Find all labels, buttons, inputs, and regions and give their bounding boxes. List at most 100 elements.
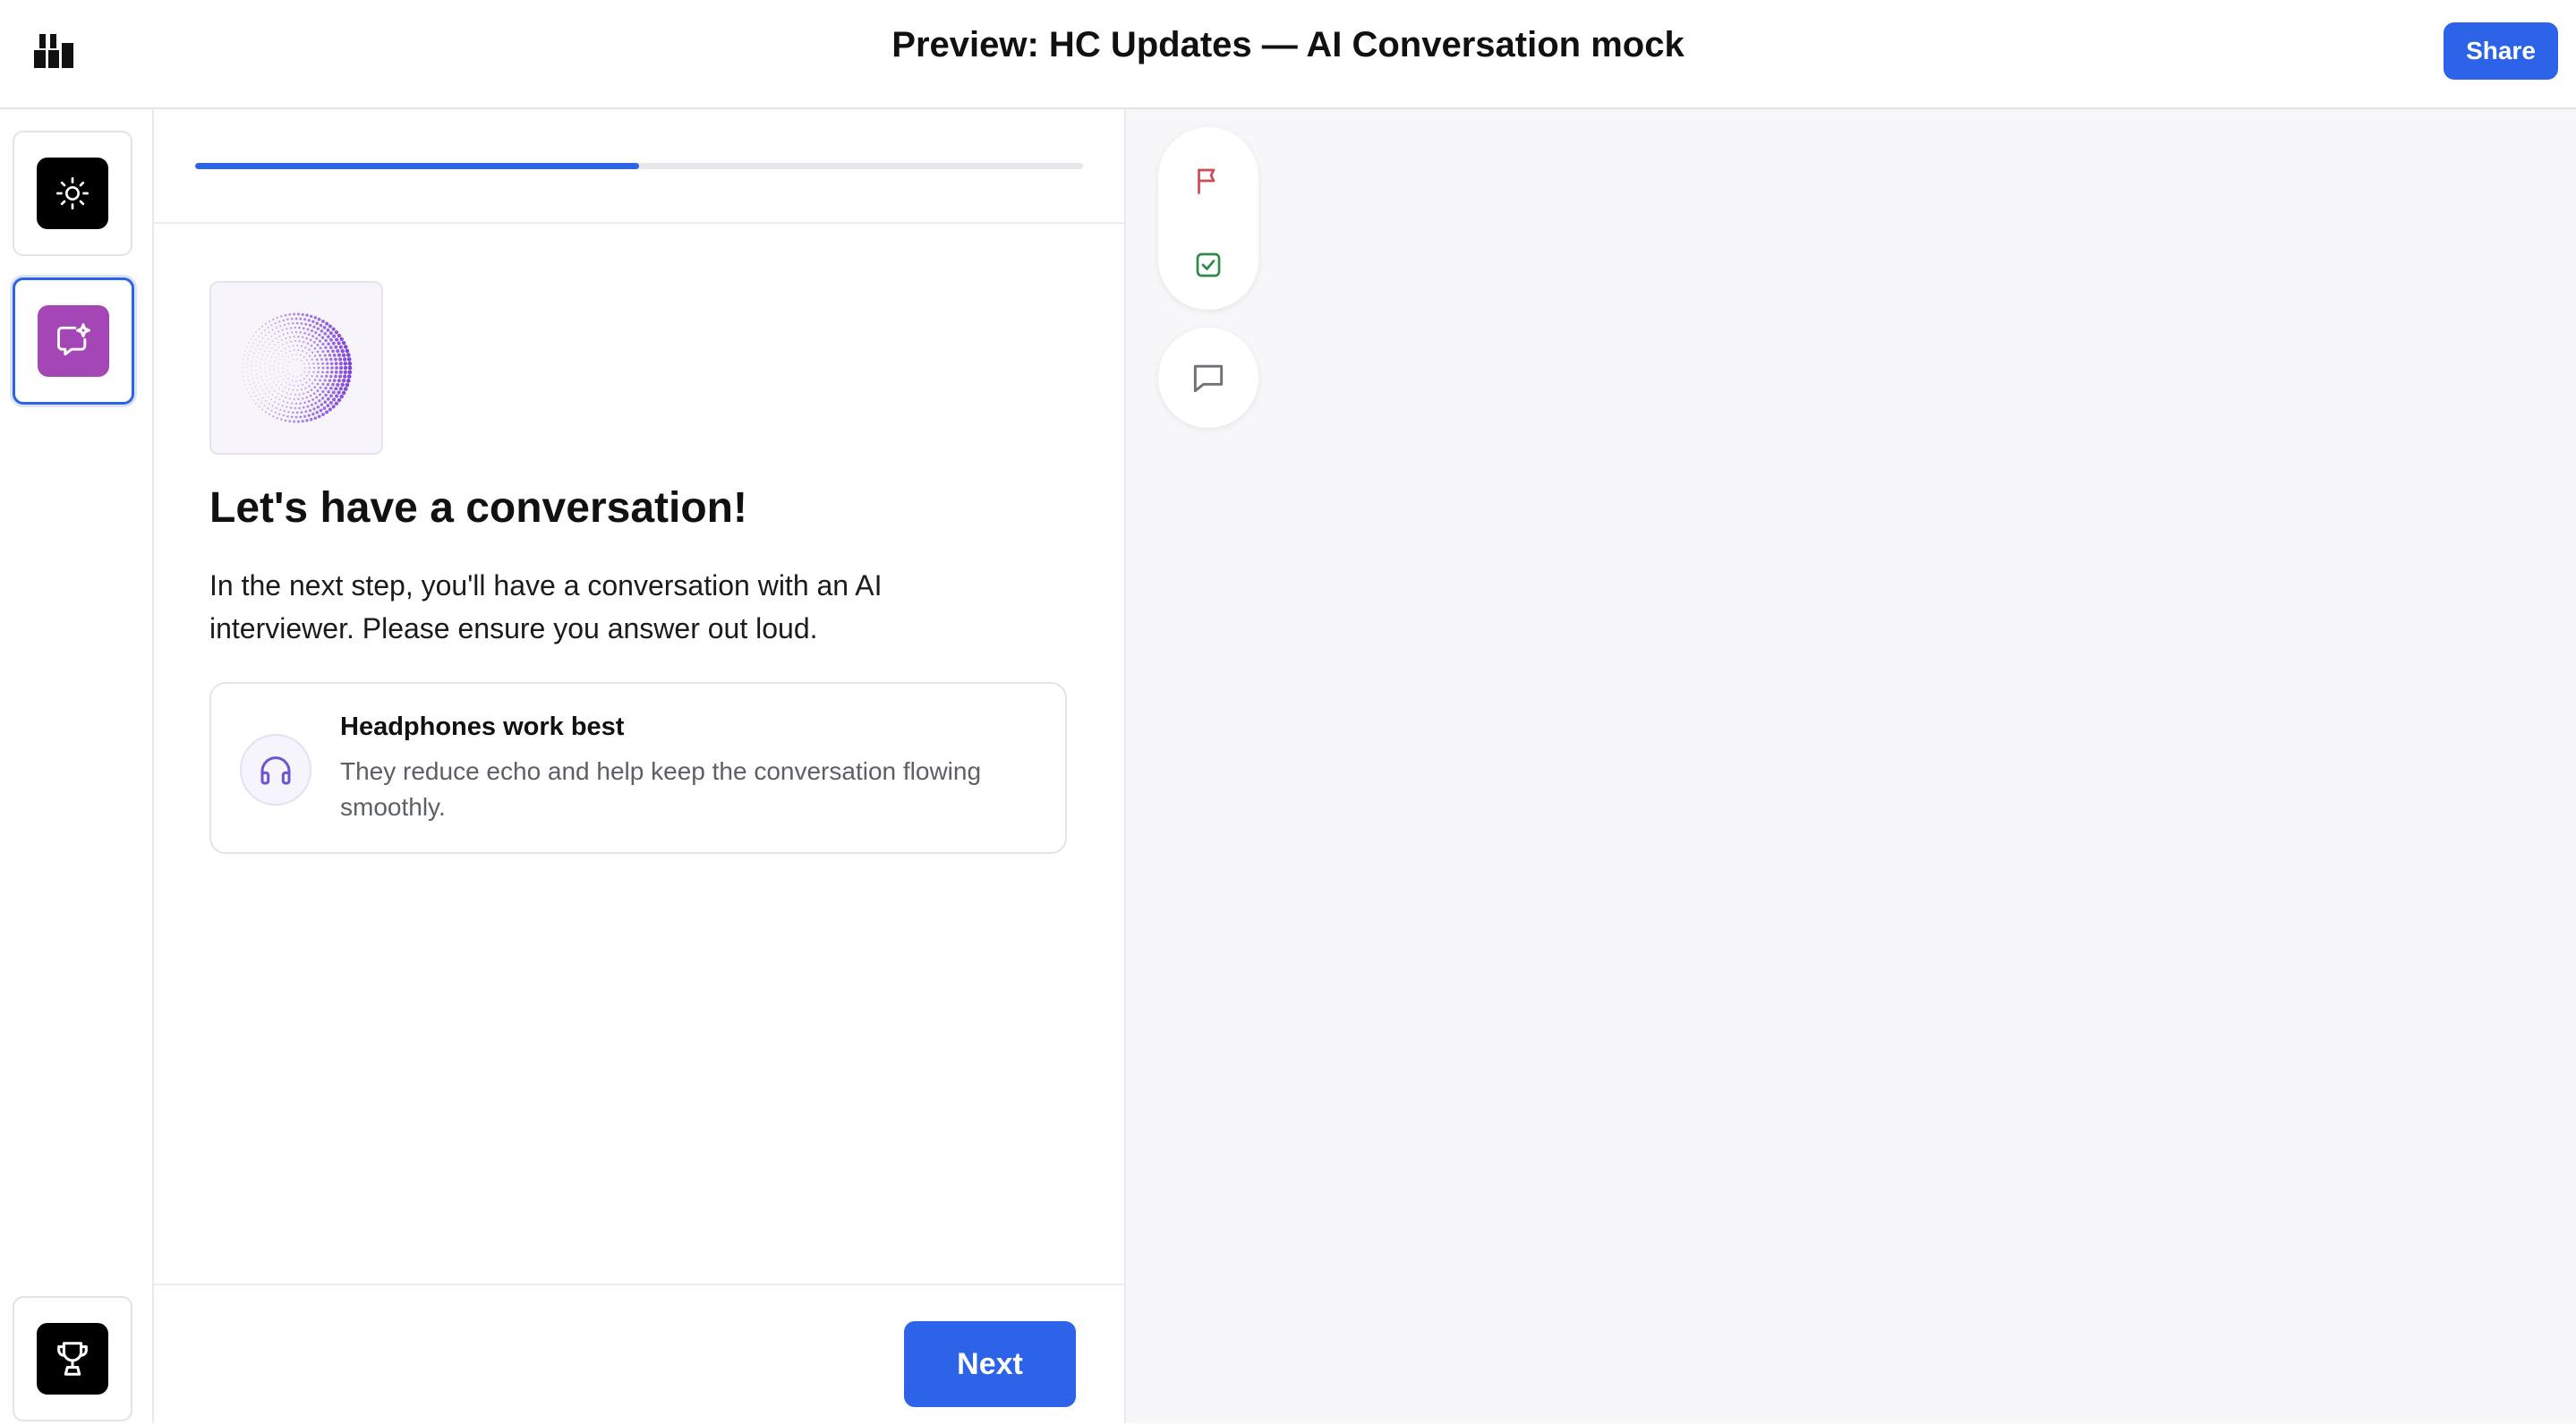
- orb-dot: [247, 375, 249, 378]
- orb-dot: [291, 354, 294, 356]
- orb-dot: [284, 419, 287, 422]
- orb-dot: [277, 367, 279, 369]
- orb-dot: [334, 362, 338, 366]
- orb-dot: [337, 341, 341, 346]
- orb-dot: [345, 353, 351, 357]
- orb-dot: [334, 374, 337, 379]
- orb-dot: [261, 380, 264, 381]
- orb-dot: [280, 315, 283, 318]
- check-square-icon: [1196, 252, 1221, 277]
- orb-dot: [296, 312, 300, 316]
- step-heading: Let's have a conversation!: [209, 484, 747, 532]
- flag-button[interactable]: [1183, 156, 1233, 206]
- orb-dot: [346, 357, 352, 362]
- orb-dot: [289, 350, 291, 353]
- orb-dot: [279, 408, 282, 411]
- orb-dot: [290, 393, 292, 396]
- orb-dot: [260, 402, 262, 404]
- approve-button[interactable]: [1183, 240, 1233, 290]
- orb-dot: [311, 358, 313, 361]
- orb-dot: [256, 356, 259, 358]
- orb-dot: [250, 396, 252, 397]
- orb-dot: [316, 327, 320, 330]
- orb-dot: [292, 321, 294, 325]
- orb-dot: [261, 408, 264, 411]
- orb-dot: [334, 330, 339, 335]
- orb-dot: [282, 414, 285, 417]
- orb-dot: [326, 371, 329, 374]
- orb-dot: [246, 367, 248, 369]
- orb-dot: [310, 345, 313, 347]
- orb-dot: [292, 345, 294, 347]
- orb-dot: [282, 400, 285, 403]
- orb-dot: [345, 348, 350, 354]
- orb-dot: [326, 328, 330, 332]
- orb-dot: [279, 325, 282, 328]
- sidebar-item-finish[interactable]: [13, 1296, 132, 1421]
- orb-dot: [276, 356, 277, 359]
- orb-dot: [292, 411, 294, 414]
- orb-dot: [294, 393, 296, 397]
- orb-dot: [271, 405, 274, 407]
- comment-button[interactable]: [1158, 328, 1258, 428]
- sidebar-item-ai-conversation[interactable]: [13, 277, 134, 405]
- orb-dot: [322, 406, 327, 410]
- orb-dot: [334, 370, 338, 374]
- orb-dot: [347, 370, 353, 375]
- orb-dot: [295, 321, 299, 325]
- orb-dot: [335, 366, 338, 370]
- orb-dot: [329, 394, 333, 398]
- orb-dot: [343, 370, 347, 374]
- share-button[interactable]: Share: [2444, 22, 2558, 80]
- headphones-icon: [260, 756, 291, 785]
- orb-dot: [319, 354, 322, 357]
- orb-dot: [276, 316, 278, 320]
- orb-dot: [271, 387, 273, 388]
- orb-dot: [303, 401, 306, 405]
- orb-dot: [296, 376, 298, 378]
- orb-dot: [288, 397, 291, 400]
- orb-dot: [287, 346, 290, 348]
- orb-dot: [283, 323, 286, 326]
- orb-dot: [260, 332, 262, 334]
- step-panel: Let's have a conversation! In the next s…: [154, 109, 1126, 1423]
- orb-dot: [305, 419, 309, 422]
- orb-dot: [299, 402, 303, 405]
- orb-dot: [267, 338, 269, 340]
- chat-sparkle-tile: [38, 305, 109, 377]
- orb-dot: [270, 335, 273, 337]
- orb-dot: [319, 346, 322, 350]
- orb-dot: [338, 374, 343, 379]
- orb-dot: [244, 384, 246, 386]
- orb-dot: [338, 370, 343, 374]
- orb-dot: [281, 405, 284, 407]
- orb-dot: [265, 399, 267, 402]
- orb-dot: [308, 348, 311, 351]
- orb-dot: [300, 359, 303, 362]
- orb-dot: [307, 400, 311, 403]
- orb-dot: [332, 397, 337, 402]
- orb-dot: [315, 411, 319, 414]
- tip-description: They reduce echo and help keep the conve…: [340, 757, 982, 821]
- orb-dot: [301, 336, 304, 338]
- orb-dot: [304, 322, 308, 326]
- orb-dot: [249, 350, 251, 352]
- orb-dot: [277, 403, 280, 405]
- sidebar-item-intro[interactable]: [13, 131, 132, 256]
- step-sidebar: [0, 109, 154, 1423]
- orb-dot: [252, 342, 255, 345]
- orb-dot: [249, 384, 251, 386]
- orb-dot: [329, 357, 333, 362]
- orb-dot: [329, 371, 334, 374]
- orb-dot: [277, 363, 280, 364]
- orb-dot: [324, 346, 328, 349]
- orb-dot: [301, 312, 304, 316]
- orb-dot: [271, 340, 274, 342]
- orb-dot: [347, 361, 353, 366]
- next-button[interactable]: Next: [904, 1321, 1076, 1407]
- orb-dot: [303, 414, 307, 418]
- orb-dot: [255, 361, 258, 363]
- orb-dot: [271, 329, 274, 331]
- orb-dot: [289, 406, 293, 409]
- orb-dot: [281, 329, 284, 331]
